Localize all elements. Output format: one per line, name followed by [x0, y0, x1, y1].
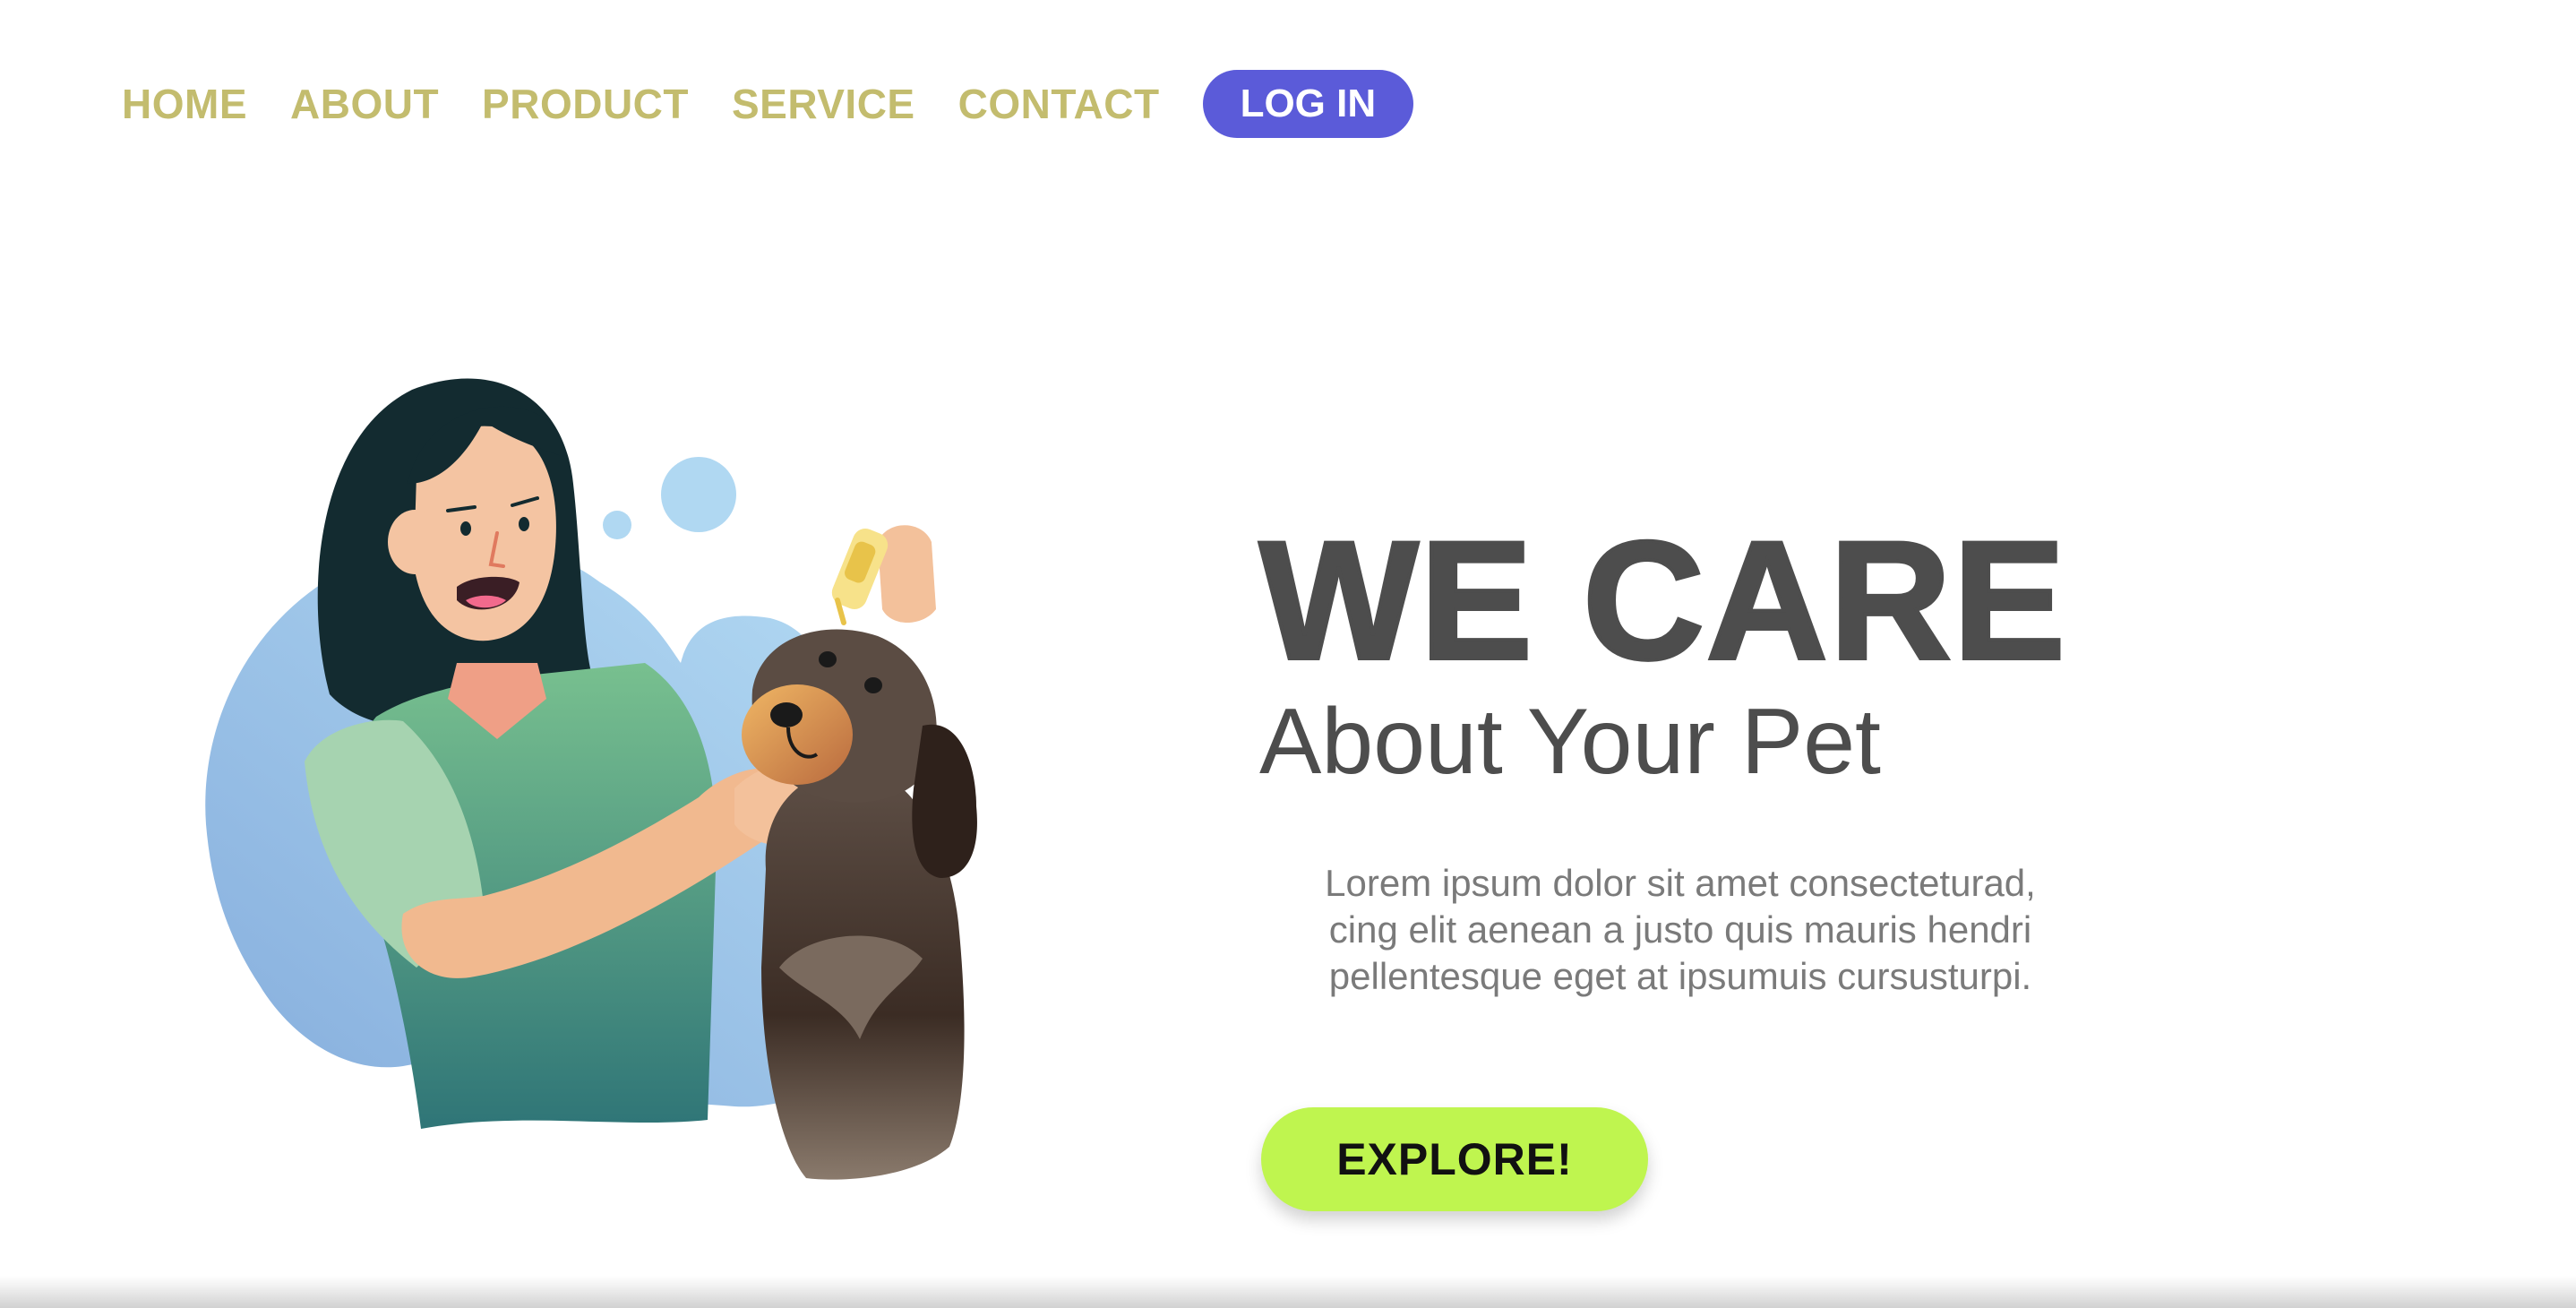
hero-headline: WE CARE — [1258, 506, 2067, 694]
landing-page: HOME ABOUT PRODUCT SERVICE CONTACT LOG I… — [0, 0, 2576, 1308]
explore-button[interactable]: EXPLORE! — [1261, 1107, 1648, 1211]
hero-description-line: pellentesque eget at ipsumuis cursusturp… — [1328, 955, 2032, 997]
hero-description-line: Lorem ipsum dolor sit amet consecteturad… — [1325, 862, 2036, 904]
hero-subheadline: About Your Pet — [1259, 690, 1881, 794]
hero-description: Lorem ipsum dolor sit amet consecteturad… — [1259, 860, 2101, 1000]
main-nav: HOME ABOUT PRODUCT SERVICE CONTACT LOG I… — [122, 70, 1414, 138]
nav-link-about[interactable]: ABOUT — [290, 70, 439, 138]
nav-link-service[interactable]: SERVICE — [732, 70, 915, 138]
hero-illustration — [179, 340, 1146, 1200]
hero-description-line: cing elit aenean a justo quis mauris hen… — [1328, 908, 2032, 951]
nav-link-home[interactable]: HOME — [122, 70, 247, 138]
bottom-shadow — [0, 1276, 2576, 1308]
hero-text-block: WE CARE About Your Pet Lorem ipsum dolor… — [1258, 506, 2137, 1000]
ear-drops-bottle — [831, 525, 936, 625]
nav-link-contact[interactable]: CONTACT — [958, 70, 1160, 138]
nav-link-product[interactable]: PRODUCT — [482, 70, 689, 138]
dog-figure — [742, 629, 977, 1180]
login-button[interactable]: LOG IN — [1202, 70, 1414, 138]
vet-pet-illustration — [205, 378, 977, 1180]
